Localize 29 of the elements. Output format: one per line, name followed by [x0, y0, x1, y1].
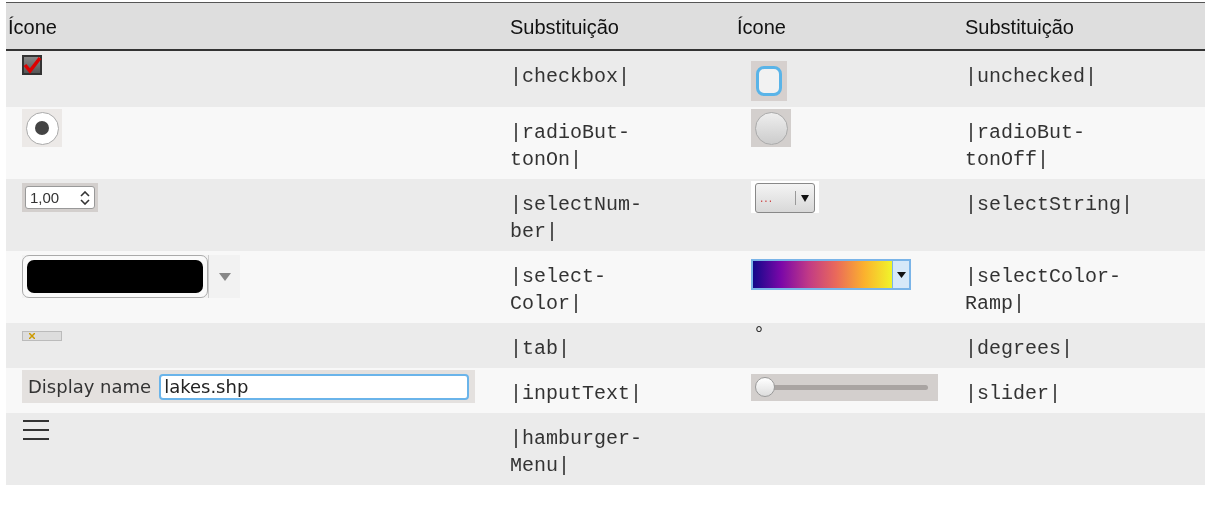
column-header: Ícone	[735, 2, 955, 50]
substitution-code: |tab|	[510, 336, 571, 362]
spinbox-value: 1,00	[30, 189, 60, 206]
input-field[interactable]: lakes.shp	[159, 373, 469, 400]
substitution-code: |slider|	[965, 381, 1062, 407]
slider-icon	[751, 374, 938, 401]
substitution-code: |hamburger-Menu|	[510, 426, 644, 479]
substitution-code: |selectNum-ber|	[510, 192, 644, 245]
substitution-code: |checkbox|	[510, 64, 632, 90]
color-ramp-icon	[751, 259, 911, 290]
spin-arrows-icon[interactable]	[80, 190, 90, 205]
substitution-code: |inputText|	[510, 381, 644, 407]
dropdown-arrow-icon[interactable]	[800, 193, 810, 203]
substitution-code: |unchecked|	[965, 64, 1099, 90]
select-value: ...	[756, 191, 796, 205]
menu-icon	[22, 419, 50, 441]
degree-symbol: °	[752, 325, 766, 345]
substitution-code: |select-Color|	[510, 264, 607, 317]
substitution-code: |selectColor-Ramp|	[965, 264, 1123, 317]
field-label: Display name	[28, 376, 152, 397]
substitution-code: |radioBut-tonOff|	[965, 120, 1087, 173]
substitution-code: |radioBut-tonOn|	[510, 120, 632, 173]
tab-icon	[22, 331, 62, 341]
column-header: Substituição	[500, 2, 735, 50]
column-header: Ícone	[6, 2, 500, 50]
color-button-icon	[22, 255, 240, 298]
substitution-code: |selectString|	[965, 192, 1133, 218]
substitution-code: |degrees|	[965, 336, 1075, 362]
column-header: Substituição	[955, 2, 1205, 50]
